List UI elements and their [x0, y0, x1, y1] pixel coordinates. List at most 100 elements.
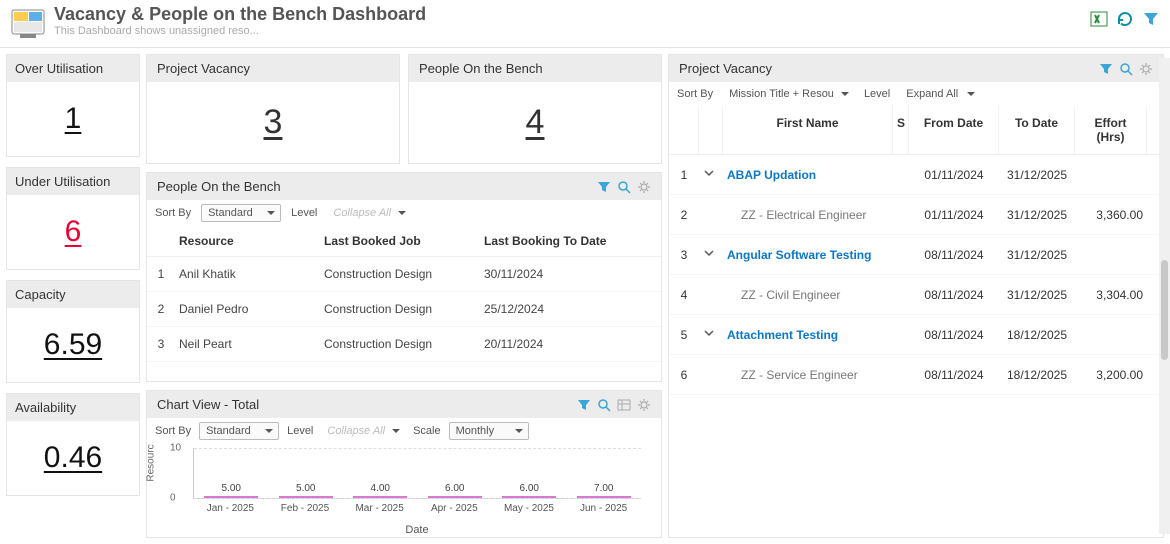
chart-bar[interactable]: 4.00 [350, 483, 410, 498]
y-axis-label: Resourc [146, 444, 157, 481]
cell-effort-hrs [1075, 325, 1147, 345]
table-row[interactable]: 5Attachment Testing08/11/202418/12/2025 [669, 315, 1163, 355]
card-title: People On the Bench [157, 179, 281, 194]
search-icon[interactable] [617, 180, 631, 194]
cell-first-name[interactable]: Angular Software Testing [727, 248, 871, 262]
search-icon[interactable] [1119, 62, 1133, 76]
scale-select[interactable]: Monthly [449, 422, 529, 440]
filter-icon[interactable] [597, 180, 611, 194]
x-tick-label: May - 2025 [499, 503, 559, 514]
chart-bar[interactable]: 5.00 [201, 483, 261, 498]
chevron-down-icon[interactable] [703, 328, 715, 342]
sort-by-select[interactable]: Standard [199, 422, 279, 440]
sort-by-label: Sort By [155, 425, 191, 437]
table-row[interactable]: 2Daniel PedroConstruction Design25/12/20… [147, 292, 661, 327]
chart-bar[interactable]: 5.00 [276, 483, 336, 498]
card-title: Project Vacancy [679, 61, 772, 76]
gear-icon[interactable] [1139, 62, 1153, 76]
header-actions [1090, 10, 1160, 28]
cell-resource: Neil Peart [175, 327, 320, 361]
gear-icon[interactable] [637, 180, 651, 194]
kpi-value[interactable]: 1 [7, 82, 139, 156]
kpi-label: Availability [7, 394, 139, 421]
scale-label: Scale [413, 425, 441, 437]
row-index: 2 [669, 198, 699, 232]
card-project-vacancy: Project Vacancy Sort By Mission Title + … [668, 54, 1164, 538]
kpi-capacity: Capacity 6.59 [6, 280, 140, 383]
table-row[interactable]: 1Anil KhatikConstruction Design30/11/202… [147, 257, 661, 292]
cell-to-date: 31/12/2025 [999, 158, 1075, 192]
bar-value-label: 7.00 [594, 483, 613, 494]
bar-value-label: 6.00 [520, 483, 539, 494]
kpi-value[interactable]: 0.46 [7, 421, 139, 495]
table-view-icon[interactable] [617, 398, 631, 412]
row-index: 3 [147, 327, 175, 361]
collapse-all-select[interactable]: Collapse All [327, 205, 411, 221]
chevron-down-icon[interactable] [703, 248, 715, 262]
chart-bar[interactable]: 7.00 [574, 483, 634, 498]
kpi-value[interactable]: 6.59 [7, 308, 139, 382]
cell-resource: Daniel Pedro [175, 292, 320, 326]
cell-last-booked-job: Construction Design [320, 257, 480, 291]
filter-icon[interactable] [1099, 62, 1113, 76]
refresh-icon[interactable] [1116, 10, 1134, 28]
bar-value-label: 5.00 [296, 483, 315, 494]
x-axis-title: Date [193, 524, 641, 536]
chart-bar[interactable]: 6.00 [425, 483, 485, 498]
table-row[interactable]: 1ABAP Updation01/11/202431/12/2025 [669, 155, 1163, 195]
bar-value-label: 5.00 [222, 483, 241, 494]
cell-effort-hrs: 3,304.00 [1075, 278, 1147, 312]
chart-bar[interactable]: 6.00 [499, 483, 559, 498]
card-title: People On the Bench [419, 61, 543, 76]
cell-last-booked-job: Construction Design [320, 327, 480, 361]
filter-icon[interactable] [577, 398, 591, 412]
col-first-name[interactable]: First Name [723, 106, 893, 154]
table-row[interactable]: 3Neil PeartConstruction Design20/11/2024 [147, 327, 661, 362]
chart-grid: 5.005.004.006.006.007.00 010 [193, 448, 641, 499]
cell-first-name[interactable]: ABAP Updation [727, 168, 816, 182]
sort-by-select[interactable]: Standard [201, 204, 281, 222]
filter-icon[interactable] [1142, 10, 1160, 28]
search-icon[interactable] [597, 398, 611, 412]
expand-all-select[interactable]: Expand All [900, 86, 980, 102]
export-excel-icon[interactable] [1090, 10, 1108, 28]
level-label: Level [291, 207, 317, 219]
middle-column: Project Vacancy 3 People On the Bench 4 … [146, 54, 662, 538]
col-last-booking-to-date[interactable]: Last Booking To Date [480, 226, 630, 256]
gear-icon[interactable] [637, 398, 651, 412]
bench-table: Resource Last Booked Job Last Booking To… [147, 226, 661, 381]
x-labels: Jan - 2025Feb - 2025Mar - 2025Apr - 2025… [193, 503, 641, 514]
cell-from-date: 08/11/2024 [909, 278, 999, 312]
x-tick-label: Mar - 2025 [350, 503, 410, 514]
kpi-label: Over Utilisation [7, 55, 139, 82]
cell-from-date: 08/11/2024 [909, 358, 999, 392]
col-from-date[interactable]: From Date [909, 106, 999, 154]
kpi-value[interactable]: 6 [7, 195, 139, 269]
x-tick-label: Apr - 2025 [424, 503, 484, 514]
cell-last-booking-to-date: 20/11/2024 [480, 327, 630, 361]
table-row[interactable]: 3Angular Software Testing08/11/202431/12… [669, 235, 1163, 275]
table-row[interactable]: 6ZZ - Service Engineer08/11/202418/12/20… [669, 355, 1163, 395]
col-resource[interactable]: Resource [175, 226, 320, 256]
table-row[interactable]: 4ZZ - Civil Engineer08/11/202431/12/2025… [669, 275, 1163, 315]
page-title: Vacancy & People on the Bench Dashboard [54, 4, 1090, 25]
page-scrollbar-thumb[interactable] [1161, 260, 1168, 360]
cell-resource: Anil Khatik [175, 257, 320, 291]
row-index: 4 [669, 278, 699, 312]
collapse-all-select[interactable]: Collapse All [321, 423, 405, 439]
page-subtitle: This Dashboard shows unassigned reso... [54, 25, 1090, 37]
bench-controls: Sort By Standard Level Collapse All [147, 200, 661, 226]
row-index: 1 [147, 257, 175, 291]
col-last-booked-job[interactable]: Last Booked Job [320, 226, 480, 256]
chevron-down-icon[interactable] [703, 168, 715, 182]
cell-to-date: 18/12/2025 [999, 318, 1075, 352]
sort-by-select[interactable]: Mission Title + Resou [723, 86, 854, 102]
cell-first-name[interactable]: Attachment Testing [727, 328, 838, 342]
card-value[interactable]: 4 [409, 82, 661, 163]
col-to-date[interactable]: To Date [999, 106, 1075, 154]
kpi-label: Capacity [7, 281, 139, 308]
col-effort-hrs[interactable]: Effort (Hrs) [1075, 106, 1147, 154]
bar-value-label: 6.00 [445, 483, 464, 494]
table-row[interactable]: 2ZZ - Electrical Engineer01/11/202431/12… [669, 195, 1163, 235]
card-value[interactable]: 3 [147, 82, 399, 163]
